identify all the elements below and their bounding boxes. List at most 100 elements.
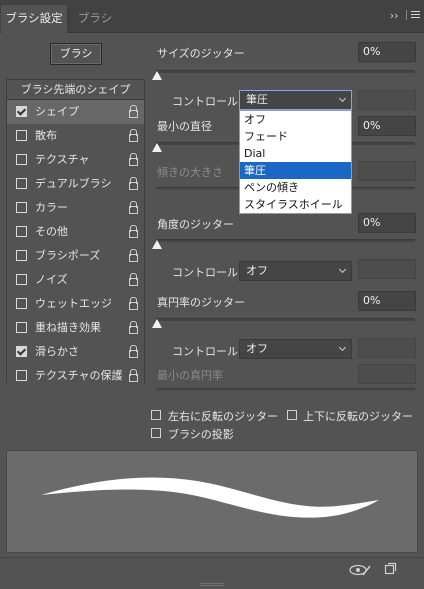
roundness-jitter-slider[interactable] xyxy=(156,318,415,321)
option-checkbox[interactable] xyxy=(16,154,27,165)
list-item[interactable]: ブラシポーズ xyxy=(7,244,144,268)
list-item[interactable]: 重ね描き効果 xyxy=(7,316,144,340)
lock-icon[interactable] xyxy=(128,345,138,358)
brush-options-list: ブラシ先端のシェイプ シェイプ散布テクスチャデュアルブラシ カラーその他ブラシポー… xyxy=(6,79,145,388)
size-jitter-thumb[interactable] xyxy=(152,71,162,80)
resize-grip-icon[interactable] xyxy=(200,582,224,587)
dropdown-option[interactable]: スタイラスホイール xyxy=(240,196,351,213)
tab-brushes[interactable]: ブラシ xyxy=(70,5,120,33)
roundness-jitter-field[interactable]: 0% xyxy=(358,291,416,311)
hamburger-menu-icon[interactable] xyxy=(406,10,420,20)
control-select-1[interactable]: 筆圧 xyxy=(239,90,352,110)
chevron-down-icon xyxy=(338,343,347,352)
option-checkbox[interactable] xyxy=(16,346,27,357)
min-diameter-label: 最小の直径 xyxy=(157,120,212,133)
flip-y-checkbox[interactable] xyxy=(287,410,297,420)
tilt-scale-field xyxy=(358,161,416,181)
brush-projection-checkbox[interactable] xyxy=(151,428,161,438)
size-jitter-field[interactable]: 0% xyxy=(358,42,416,62)
control-select-3-value: オフ xyxy=(246,342,268,355)
control-label-2: コントロール： xyxy=(172,266,249,279)
angle-jitter-field[interactable]: 0% xyxy=(358,213,416,233)
list-item-label: 散布 xyxy=(35,129,57,142)
flip-y-label: 上下に反転のジッター xyxy=(303,410,413,423)
list-item-label: 重ね描き効果 xyxy=(35,321,101,334)
min-diameter-thumb[interactable] xyxy=(152,143,162,152)
lock-icon[interactable] xyxy=(128,153,138,166)
list-item-label: カラー xyxy=(35,201,68,214)
option-checkbox[interactable] xyxy=(16,226,27,237)
list-item-label: テクスチャ xyxy=(35,153,90,166)
control-select-3[interactable]: オフ xyxy=(239,339,352,359)
option-checkbox[interactable] xyxy=(16,298,27,309)
list-item[interactable]: シェイプ xyxy=(7,100,144,124)
list-item[interactable]: その他 xyxy=(7,220,144,244)
lock-icon[interactable] xyxy=(128,369,138,382)
dropdown-option[interactable]: オフ xyxy=(240,111,351,128)
list-item-label: シェイプ xyxy=(35,105,79,118)
list-item-label: テクスチャの保護 xyxy=(35,369,123,382)
control-select-2[interactable]: オフ xyxy=(239,261,352,281)
list-item[interactable]: ウェットエッジ xyxy=(7,292,144,316)
option-checkbox[interactable] xyxy=(16,106,27,117)
angle-jitter-thumb[interactable] xyxy=(152,240,162,249)
list-item-label: 滑らかさ xyxy=(35,345,79,358)
dropdown-option[interactable]: フェード xyxy=(240,128,351,145)
list-item[interactable]: 散布 xyxy=(7,124,144,148)
flip-x-label: 左右に反転のジッター xyxy=(168,410,278,423)
list-item[interactable]: カラー xyxy=(7,196,144,220)
lock-icon[interactable] xyxy=(128,129,138,142)
control-label-3: コントロール： xyxy=(172,345,249,358)
option-checkbox[interactable] xyxy=(16,202,27,213)
chevron-down-icon xyxy=(338,94,347,103)
option-checkbox[interactable] xyxy=(16,274,27,285)
lock-icon[interactable] xyxy=(128,297,138,310)
list-item-label: ノイズ xyxy=(35,273,68,286)
option-checkbox[interactable] xyxy=(16,250,27,261)
tab-brush-settings[interactable]: ブラシ設定 xyxy=(1,5,67,33)
option-checkbox[interactable] xyxy=(16,322,27,333)
list-item[interactable]: デュアルブラシ xyxy=(7,172,144,196)
lock-icon[interactable] xyxy=(128,273,138,286)
size-jitter-slider[interactable] xyxy=(156,70,415,73)
lock-icon[interactable] xyxy=(128,321,138,334)
min-roundness-field xyxy=(358,364,416,384)
brush-tip-shape-item[interactable]: ブラシ先端のシェイプ xyxy=(7,80,144,100)
eye-brush-icon[interactable] xyxy=(349,563,371,577)
angle-jitter-label: 角度のジッター xyxy=(157,218,234,231)
control-2-extra-field xyxy=(358,259,416,279)
brush-stroke-preview xyxy=(6,450,418,553)
angle-jitter-slider[interactable] xyxy=(156,239,415,242)
control-3-extra-field xyxy=(358,338,416,358)
lock-icon[interactable] xyxy=(128,177,138,190)
min-diameter-field[interactable]: 0% xyxy=(358,116,416,136)
list-item-label: ブラシポーズ xyxy=(35,249,101,262)
dropdown-option[interactable]: Dial xyxy=(240,145,351,162)
lock-icon[interactable] xyxy=(128,105,138,118)
dropdown-option[interactable]: ペンの傾き xyxy=(240,179,351,196)
list-item-label: デュアルブラシ xyxy=(35,177,112,190)
new-preset-icon[interactable] xyxy=(383,562,397,576)
option-checkbox[interactable] xyxy=(16,370,27,381)
flip-x-checkbox[interactable] xyxy=(151,410,161,420)
dropdown-option[interactable]: 筆圧 xyxy=(240,162,351,179)
list-item[interactable]: ノイズ xyxy=(7,268,144,292)
tab-bar: ブラシ設定 ブラシ ›› xyxy=(0,0,424,33)
collapse-icon[interactable]: ›› xyxy=(390,9,399,22)
option-checkbox[interactable] xyxy=(16,130,27,141)
list-item[interactable]: 滑らかさ xyxy=(7,340,144,364)
option-checkbox[interactable] xyxy=(16,178,27,189)
list-item[interactable]: テクスチャの保護 xyxy=(7,364,144,388)
list-item[interactable]: テクスチャ xyxy=(7,148,144,172)
control-select-1-value: 筆圧 xyxy=(246,93,268,106)
tilt-scale-label: 傾きの大きさ xyxy=(157,166,223,179)
chevron-down-icon xyxy=(338,265,347,274)
brush-settings-panel: ブラシ設定 ブラシ ›› ブラシ ブラシ先端のシェイプ シェイプ散布テクスチャデ… xyxy=(0,0,424,589)
lock-icon[interactable] xyxy=(128,201,138,214)
size-jitter-label: サイズのジッター xyxy=(157,47,245,60)
list-item-label: ウェットエッジ xyxy=(35,297,112,310)
lock-icon[interactable] xyxy=(128,249,138,262)
lock-icon[interactable] xyxy=(128,225,138,238)
brush-presets-button[interactable]: ブラシ xyxy=(50,43,102,65)
roundness-jitter-thumb[interactable] xyxy=(152,319,162,328)
